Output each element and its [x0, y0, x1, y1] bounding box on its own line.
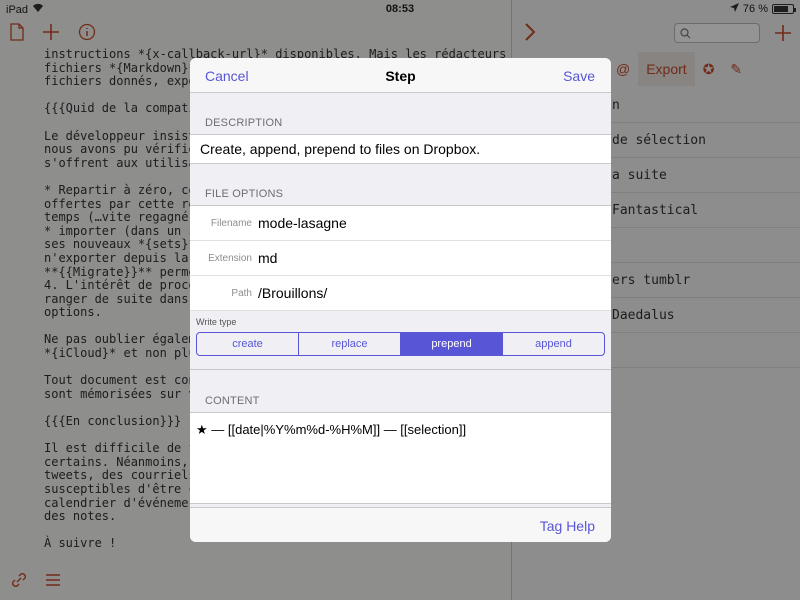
filename-field[interactable]: Filename mode-lasagne	[190, 206, 611, 241]
content-header: CONTENT	[205, 395, 260, 407]
description-header: DESCRIPTION	[205, 117, 283, 129]
description-value: Create, append, prepend to files on Drop…	[200, 141, 481, 157]
content-field[interactable]: ★ — [[date|%Y%m%d-%H%M]] — [[selection]]	[190, 412, 611, 504]
step-dialog: Cancel Step Save DESCRIPTION Create, app…	[190, 58, 611, 542]
extension-label: Extension	[208, 252, 252, 264]
write-type-segmented-control: create replace prepend append	[196, 332, 605, 356]
path-field[interactable]: Path /Brouillons/	[190, 276, 611, 311]
extension-field[interactable]: Extension md	[190, 241, 611, 276]
write-type-label: Write type	[196, 317, 237, 327]
dialog-footer: Tag Help	[190, 507, 611, 542]
write-type-create[interactable]: create	[197, 333, 299, 355]
content-value: ★ — [[date|%Y%m%d-%H%M]] — [[selection]]	[196, 422, 467, 437]
write-type-replace[interactable]: replace	[299, 333, 401, 355]
dialog-nav-bar: Cancel Step Save	[190, 58, 611, 93]
extension-value[interactable]: md	[258, 250, 277, 266]
path-value[interactable]: /Brouillons/	[258, 285, 327, 301]
path-label: Path	[231, 287, 252, 299]
tag-help-button[interactable]: Tag Help	[540, 518, 595, 534]
write-type-prepend[interactable]: prepend	[401, 333, 503, 355]
dialog-title: Step	[385, 68, 416, 84]
filename-value[interactable]: mode-lasagne	[258, 215, 347, 231]
file-options-group: Filename mode-lasagne Extension md Path …	[190, 205, 611, 370]
file-options-header: FILE OPTIONS	[205, 188, 284, 200]
write-type-append[interactable]: append	[503, 333, 604, 355]
save-button[interactable]: Save	[563, 68, 595, 84]
description-field[interactable]: Create, append, prepend to files on Drop…	[190, 134, 611, 164]
write-type-row: Write type create replace prepend append	[190, 311, 611, 369]
filename-label: Filename	[210, 217, 252, 229]
